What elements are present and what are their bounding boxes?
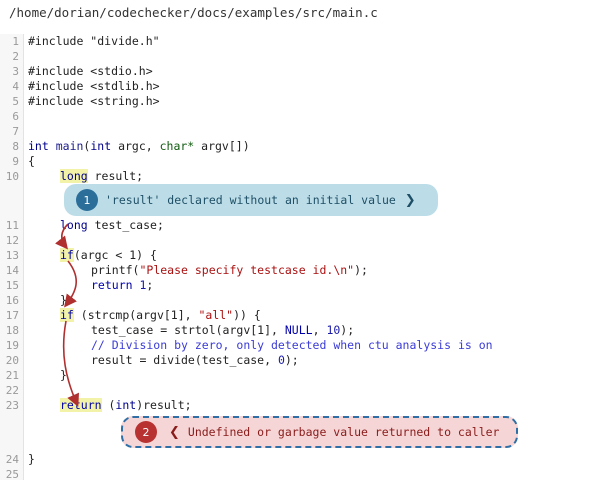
path-arrow: [64, 260, 77, 308]
code-editor: 1 2 3 4 5 6 7 8 9 10 11 12 13 14 15 16 1…: [0, 34, 590, 481]
execution-path-arrows: [55, 223, 79, 407]
path-arrow: [55, 223, 69, 250]
path-arrow: [62, 320, 79, 407]
file-path: /home/dorian/codechecker/docs/examples/s…: [9, 5, 378, 20]
